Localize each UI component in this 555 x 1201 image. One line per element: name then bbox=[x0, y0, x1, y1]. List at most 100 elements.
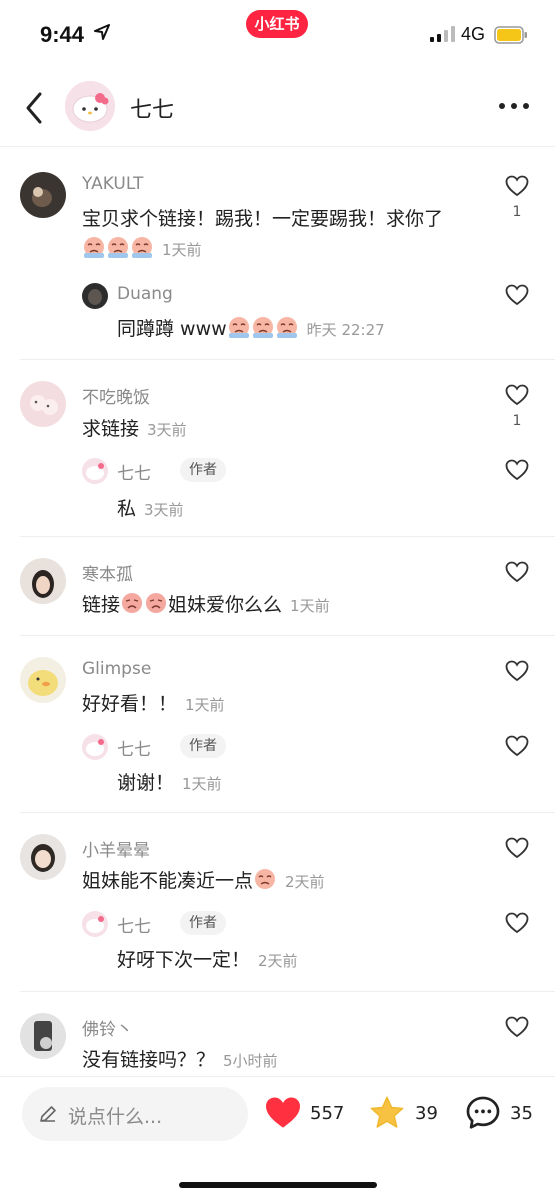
avatar[interactable] bbox=[20, 558, 66, 604]
comment-thread: 小羊晕晕 姐妹能不能凑近一点 2天前 七七 作者 好呀下次一定！ 2天前 bbox=[20, 813, 555, 992]
comment-thread: YAKULT 宝贝求个链接！踢我！一定要踢我！求你了 1天前 1 Duang 同… bbox=[20, 147, 555, 360]
location-arrow-icon bbox=[94, 24, 110, 40]
battery-icon bbox=[494, 26, 527, 44]
like-button[interactable]: 557 bbox=[264, 1095, 354, 1131]
collect-count: 39 bbox=[415, 1103, 438, 1124]
crying-emoji-icon bbox=[275, 315, 299, 344]
comment-bubble-icon bbox=[466, 1096, 500, 1129]
comment-text: 好好看！！ 1天前 bbox=[82, 689, 225, 716]
avatar[interactable] bbox=[82, 911, 108, 937]
network-type: 4G bbox=[461, 24, 486, 44]
comment-time: 1天前 bbox=[290, 597, 330, 615]
reply-time: 昨天 22:27 bbox=[306, 321, 385, 339]
author-tag: 作者 bbox=[180, 734, 226, 758]
status-bar: 9:44 小红书 4G bbox=[0, 0, 555, 70]
heart-filled-icon bbox=[266, 1097, 300, 1128]
comment-time: 2天前 bbox=[285, 873, 325, 891]
page-title[interactable]: 七七 bbox=[130, 92, 174, 124]
heart-outline-icon[interactable] bbox=[505, 912, 529, 934]
crying-emoji-icon bbox=[130, 235, 154, 264]
comment-text: 链接 姐妹爱你么么 1天前 bbox=[82, 590, 330, 620]
comment-text: 姐妹能不能凑近一点 2天前 bbox=[82, 866, 325, 896]
signal-icon bbox=[430, 26, 455, 42]
crying-emoji-icon bbox=[251, 315, 275, 344]
comment-text-content: 没有链接吗？？ bbox=[82, 1049, 216, 1071]
reply-text-content: 谢谢！ bbox=[117, 772, 175, 794]
avatar[interactable] bbox=[20, 172, 66, 218]
reply-time: 1天前 bbox=[182, 775, 222, 793]
crying-emoji-icon bbox=[253, 867, 277, 896]
comment-thread: 不吃晚饭 求链接 3天前 1 七七 作者 私 3天前 bbox=[20, 360, 555, 537]
comment-username[interactable]: 小羊晕晕 bbox=[82, 836, 150, 861]
header-bar: 七七 bbox=[0, 70, 555, 147]
heart-outline-icon[interactable] bbox=[505, 384, 529, 406]
crying-emoji-icon bbox=[120, 591, 144, 620]
comment-text-content: 求链接 bbox=[82, 418, 140, 440]
reply-username[interactable]: 七七 bbox=[117, 735, 151, 760]
comment-list: YAKULT 宝贝求个链接！踢我！一定要踢我！求你了 1天前 1 Duang 同… bbox=[0, 147, 555, 1075]
comment-thread: Glimpse 好好看！！ 1天前 七七 作者 谢谢！ 1天前 bbox=[20, 636, 555, 813]
pencil-icon bbox=[40, 1106, 56, 1122]
comment-thread: 佛铃丶 没有链接吗？？ 5小时前 bbox=[20, 992, 555, 1075]
comment-text-content: 好好看！！ bbox=[82, 693, 178, 715]
status-time: 9:44 bbox=[40, 22, 85, 47]
author-tag: 作者 bbox=[180, 911, 226, 935]
app-badge: 小红书 bbox=[246, 10, 308, 38]
heart-outline-icon[interactable] bbox=[505, 660, 529, 682]
comment-text: 没有链接吗？？ 5小时前 bbox=[82, 1045, 278, 1072]
reply-time: 3天前 bbox=[144, 501, 184, 519]
reply-time: 2天前 bbox=[258, 952, 298, 970]
comment-input-placeholder: 说点什么... bbox=[68, 1106, 163, 1128]
comment-thread: 寒本孤 链接 姐妹爱你么么 1天前 bbox=[20, 537, 555, 636]
heart-outline-icon[interactable] bbox=[505, 284, 529, 306]
comment-text-content: 链接 bbox=[82, 594, 121, 616]
comment-username[interactable]: YAKULT bbox=[82, 174, 143, 194]
comment-text-content: 姐妹能不能凑近一点 bbox=[82, 870, 254, 892]
like-count: 1 bbox=[512, 413, 522, 429]
reply-text: 好呀下次一定！ 2天前 bbox=[117, 945, 298, 972]
avatar[interactable] bbox=[20, 834, 66, 880]
comment-username[interactable]: 寒本孤 bbox=[82, 560, 133, 585]
heart-outline-icon[interactable] bbox=[505, 735, 529, 757]
reply-text-content: 好呀下次一定！ bbox=[117, 949, 251, 971]
author-tag: 作者 bbox=[180, 458, 226, 482]
home-indicator[interactable] bbox=[179, 1182, 377, 1188]
comment-text-content: 姐妹爱你么么 bbox=[168, 594, 283, 616]
reply-username[interactable]: 七七 bbox=[117, 459, 151, 484]
avatar[interactable] bbox=[20, 1013, 66, 1059]
heart-outline-icon[interactable] bbox=[505, 561, 529, 583]
crying-emoji-icon bbox=[106, 235, 130, 264]
reply-text: 同蹲蹲 www 昨天 22:27 bbox=[117, 314, 385, 344]
author-avatar[interactable] bbox=[65, 81, 115, 131]
back-arrow-icon[interactable] bbox=[20, 88, 50, 128]
comment-time: 5小时前 bbox=[223, 1052, 278, 1070]
more-dots-icon[interactable] bbox=[497, 96, 531, 116]
reply-text: 私 3天前 bbox=[117, 494, 184, 521]
reply-username[interactable]: Duang bbox=[117, 284, 173, 304]
comment-input[interactable]: 说点什么... bbox=[22, 1087, 248, 1141]
collect-button[interactable]: 39 bbox=[368, 1095, 448, 1131]
comment-text: 求链接 3天前 bbox=[82, 414, 187, 441]
reply-text-content: 私 bbox=[117, 498, 137, 520]
heart-outline-icon[interactable] bbox=[505, 837, 529, 859]
avatar[interactable] bbox=[20, 657, 66, 703]
comment-button[interactable]: 35 bbox=[464, 1095, 544, 1131]
comment-count-total: 35 bbox=[510, 1103, 533, 1124]
like-count-total: 557 bbox=[310, 1103, 345, 1124]
comment-username[interactable]: 不吃晚饭 bbox=[82, 383, 150, 408]
comment-username[interactable]: Glimpse bbox=[82, 659, 151, 679]
comment-time: 1天前 bbox=[185, 696, 225, 714]
heart-outline-icon[interactable] bbox=[505, 459, 529, 481]
heart-outline-icon[interactable] bbox=[505, 1016, 529, 1038]
avatar[interactable] bbox=[82, 734, 108, 760]
comment-username[interactable]: 佛铃丶 bbox=[82, 1015, 133, 1040]
avatar[interactable] bbox=[82, 283, 108, 309]
comment-meta: 1天前 bbox=[82, 235, 202, 264]
avatar[interactable] bbox=[20, 381, 66, 427]
heart-outline-icon[interactable] bbox=[505, 175, 529, 197]
crying-emoji-icon bbox=[227, 315, 251, 344]
like-count: 1 bbox=[512, 204, 522, 220]
avatar[interactable] bbox=[82, 458, 108, 484]
reply-text-content: 同蹲蹲 www bbox=[117, 318, 227, 340]
reply-username[interactable]: 七七 bbox=[117, 912, 151, 937]
